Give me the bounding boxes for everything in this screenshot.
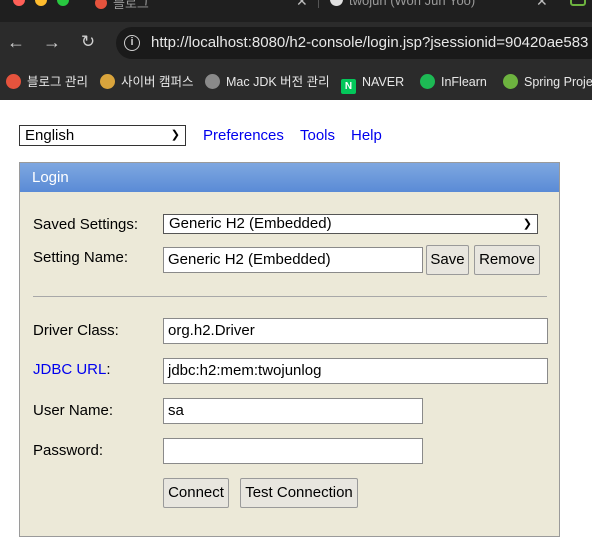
driver-class-input[interactable]: org.h2.Driver [163,318,548,344]
saved-settings-select[interactable]: Generic H2 (Embedded) ❯ [163,214,538,234]
jdbc-url-help-link[interactable]: JDBC URL [33,361,106,378]
password-input[interactable] [163,438,423,464]
github-icon [330,0,343,6]
bookmark-inflearn[interactable]: InFlearn [420,72,487,92]
preferences-link[interactable]: Preferences [203,127,284,144]
h2-console-page: English ❯ Preferences Tools Help Login S… [0,100,592,548]
bookmark-naver[interactable]: N NAVER [341,72,404,94]
tab-close-icon[interactable]: ✕ [536,0,548,10]
url-text[interactable]: http://localhost:8080/h2-console/login.j… [151,34,588,51]
setting-name-label: Setting Name: [33,249,129,266]
tab-close-icon[interactable]: ✕ [296,0,308,10]
browser-tab-strip: 블로그 ✕ twojun (Won Jun Yoo) ✕ [0,0,592,22]
bookmark-mac-jdk[interactable]: Mac JDK 버전 관리 [205,72,330,92]
reload-icon[interactable]: ↻ [76,30,100,54]
bookmark-blog-admin[interactable]: 블로그 관리 [6,72,88,92]
inflearn-icon [420,74,435,89]
tab-separator [318,0,319,8]
tistory-icon [6,74,21,89]
naver-icon: N [341,79,356,94]
address-bar[interactable]: i http://localhost:8080/h2-console/login… [116,27,592,59]
language-select[interactable]: English ❯ [19,125,186,146]
tools-link[interactable]: Tools [300,127,335,144]
spring-icon [503,74,518,89]
setting-name-input[interactable]: Generic H2 (Embedded) [163,247,423,273]
password-label: Password: [33,442,104,459]
help-link[interactable]: Help [351,127,382,144]
tistory-icon [95,0,107,9]
forward-arrow-icon[interactable]: → [40,30,64,54]
connect-button[interactable]: Connect [163,478,229,508]
site-info-icon[interactable]: i [124,35,140,51]
user-name-label: User Name: [33,402,114,419]
login-panel-title: Login [20,163,559,192]
tab-blog[interactable]: 블로그 [95,0,149,11]
chevron-down-icon: ❯ [522,218,532,230]
remove-button[interactable]: Remove [474,245,540,275]
back-arrow-icon[interactable]: ← [4,30,28,54]
bookmark-cyber-campus[interactable]: 사이버 캠퍼스 [100,72,193,92]
maximize-window-button[interactable] [57,0,69,6]
tab-github[interactable]: twojun (Won Jun Yoo) [330,0,475,8]
driver-class-label: Driver Class: [33,322,119,339]
bookmark-spring[interactable]: Spring Proje [503,72,592,92]
test-connection-button[interactable]: Test Connection [240,478,358,508]
user-name-input[interactable]: sa [163,398,423,424]
bookmarks-bar: 블로그 관리 사이버 캠퍼스 Mac JDK 버전 관리 N NAVER InFl… [0,64,592,100]
campus-icon [100,74,115,89]
globe-icon [205,74,220,89]
login-panel: Login Saved Settings: Generic H2 (Embedd… [19,162,560,537]
divider [33,296,547,297]
close-window-button[interactable] [13,0,25,6]
jdbc-url-label: JDBC URL: [33,361,111,378]
jdbc-url-input[interactable]: jdbc:h2:mem:twojunlog [163,358,548,384]
chevron-down-icon: ❯ [170,129,180,141]
minimize-window-button[interactable] [35,0,47,6]
saved-settings-label: Saved Settings: [33,216,139,233]
tab-favicon[interactable] [570,0,586,6]
save-button[interactable]: Save [426,245,469,275]
browser-toolbar: ← → ↻ i http://localhost:8080/h2-console… [0,22,592,64]
